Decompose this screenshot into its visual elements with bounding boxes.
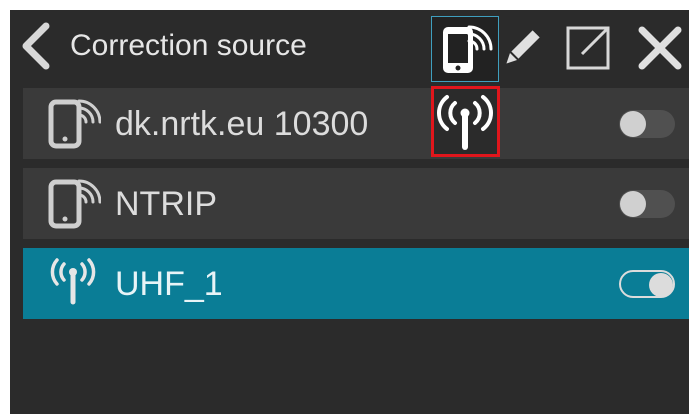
source-row-ntrip[interactable]: NTRIP bbox=[23, 168, 689, 239]
source-toggle[interactable] bbox=[619, 110, 675, 138]
source-toggle[interactable] bbox=[619, 270, 675, 298]
phone-signal-icon bbox=[443, 25, 493, 73]
radio-antenna-icon bbox=[45, 258, 101, 310]
back-button[interactable] bbox=[16, 22, 56, 70]
page-title: Correction source bbox=[70, 29, 307, 62]
radio-source-button[interactable] bbox=[431, 86, 500, 157]
edit-button[interactable] bbox=[500, 24, 544, 72]
source-label: UHF_1 bbox=[115, 265, 223, 303]
source-label: dk.nrtk.eu 10300 bbox=[115, 105, 369, 143]
external-link-icon bbox=[566, 26, 610, 70]
phone-signal-icon bbox=[45, 98, 102, 150]
pencil-icon bbox=[506, 30, 540, 64]
phone-signal-icon bbox=[45, 178, 102, 230]
chevron-left-icon bbox=[22, 22, 50, 70]
correction-source-panel: Correction source dk.nrtk.eu 10300 NTRIP… bbox=[10, 10, 689, 414]
toggle-knob bbox=[620, 111, 646, 137]
radio-antenna-icon bbox=[437, 95, 493, 150]
close-button[interactable] bbox=[634, 22, 686, 74]
source-toggle[interactable] bbox=[619, 190, 675, 218]
close-icon bbox=[638, 26, 682, 70]
top-bar: Correction source bbox=[10, 10, 689, 82]
toggle-knob bbox=[620, 191, 646, 217]
source-row-uhf1[interactable]: UHF_1 bbox=[23, 248, 689, 319]
screen: Correction source dk.nrtk.eu 10300 NTRIP… bbox=[0, 0, 689, 414]
source-row-dk-nrtk[interactable]: dk.nrtk.eu 10300 bbox=[23, 88, 689, 159]
source-label: NTRIP bbox=[115, 185, 217, 223]
phone-source-button[interactable] bbox=[431, 16, 499, 82]
popout-button[interactable] bbox=[562, 22, 614, 74]
toggle-knob bbox=[649, 273, 673, 297]
